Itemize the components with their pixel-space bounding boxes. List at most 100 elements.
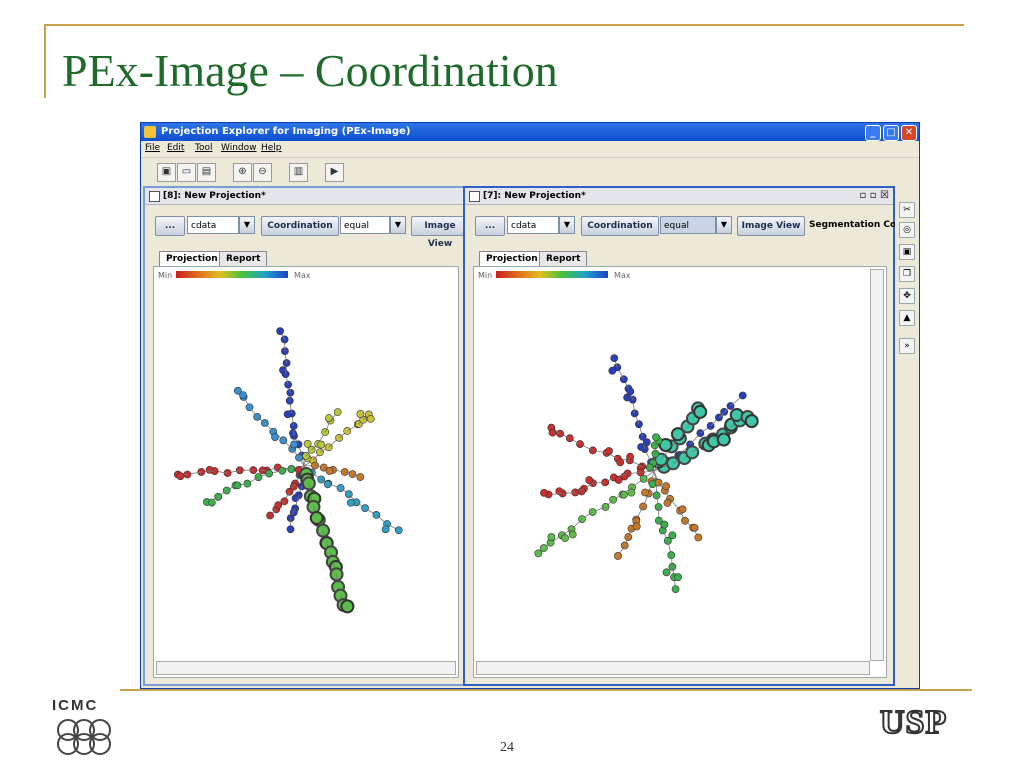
right-coordination-button[interactable]: Coordination — [581, 216, 659, 236]
graph-node[interactable] — [366, 414, 375, 423]
graph-node[interactable] — [561, 534, 569, 543]
menu-window[interactable]: Window — [221, 141, 257, 156]
graph-node[interactable] — [197, 468, 206, 476]
graph-node[interactable] — [290, 440, 298, 449]
graph-node[interactable] — [660, 520, 669, 529]
graph-node[interactable] — [317, 475, 326, 484]
graph-node[interactable] — [235, 466, 244, 475]
graph-node[interactable] — [694, 533, 703, 542]
graph-node[interactable] — [568, 530, 577, 539]
right-projection-canvas[interactable]: Min Max — [473, 266, 887, 678]
graph-node[interactable] — [325, 414, 333, 422]
close-icon[interactable]: ✕ — [901, 125, 917, 141]
left-data-select[interactable]: cdata — [187, 216, 239, 234]
graph-node[interactable] — [588, 446, 597, 455]
graph-node[interactable] — [274, 501, 283, 510]
new-projection-icon[interactable]: ▣ — [157, 163, 176, 182]
graph-node[interactable] — [610, 354, 619, 363]
graph-node[interactable] — [652, 433, 660, 442]
graph-node[interactable] — [620, 541, 629, 550]
graph-node[interactable] — [394, 526, 403, 535]
binoculars-icon[interactable]: ◎ — [899, 222, 915, 238]
graph-node[interactable] — [207, 498, 216, 507]
graph-node[interactable] — [287, 465, 296, 474]
graph-node[interactable] — [283, 410, 292, 419]
tool-options-icon[interactable]: ▥ — [289, 163, 308, 182]
graph-node[interactable] — [652, 491, 661, 500]
graph-node[interactable] — [577, 487, 586, 496]
chevron-down-icon[interactable]: ▼ — [390, 216, 406, 234]
right-image-view-button[interactable]: Image View — [737, 216, 805, 236]
graph-node[interactable] — [176, 472, 185, 481]
tab-projection[interactable]: Projection — [479, 251, 545, 267]
cut-icon[interactable]: ✂ — [899, 202, 915, 218]
graph-node[interactable] — [317, 440, 326, 449]
graph-node[interactable] — [316, 523, 331, 538]
graph-node[interactable] — [539, 544, 548, 552]
graph-node[interactable] — [548, 428, 557, 437]
menu-file[interactable]: File — [145, 141, 160, 156]
chevron-down-icon[interactable]: ▼ — [239, 216, 255, 234]
palette-icon[interactable]: ▲ — [899, 310, 915, 326]
graph-node[interactable] — [333, 408, 342, 417]
graph-node[interactable] — [576, 440, 584, 448]
chevron-right-icon[interactable]: » — [899, 338, 915, 354]
graph-node[interactable] — [303, 439, 312, 448]
graph-node[interactable] — [340, 468, 349, 476]
graph-node[interactable] — [348, 470, 357, 479]
zoom-out-icon[interactable]: ⊖ — [253, 163, 272, 182]
graph-node[interactable] — [254, 473, 263, 482]
graph-node[interactable] — [239, 391, 247, 399]
panel-window-controls-icon[interactable]: ▫ ▫ ☒ — [860, 188, 889, 204]
graph-node[interactable] — [547, 533, 556, 541]
graph-node[interactable] — [674, 573, 682, 582]
horizontal-scrollbar[interactable] — [476, 661, 870, 675]
graph-node[interactable] — [626, 387, 635, 396]
graph-node[interactable] — [632, 522, 641, 531]
graph-node[interactable] — [662, 568, 671, 577]
graph-node[interactable] — [266, 511, 274, 520]
graph-node[interactable] — [321, 428, 330, 436]
graph-node[interactable] — [309, 511, 324, 526]
graph-node[interactable] — [663, 499, 672, 507]
graph-node[interactable] — [329, 567, 344, 582]
graph-node[interactable] — [601, 503, 610, 511]
copy-icon[interactable]: ❐ — [899, 266, 915, 282]
graph-node[interactable] — [361, 504, 369, 513]
graph-node[interactable] — [678, 505, 687, 514]
move-icon[interactable]: ✥ — [899, 288, 915, 304]
graph-node[interactable] — [381, 525, 390, 534]
graph-node[interactable] — [738, 391, 747, 400]
left-coordination-button[interactable]: Coordination — [261, 216, 339, 236]
graph-node[interactable] — [540, 488, 548, 497]
minimize-icon[interactable]: _ — [865, 125, 881, 141]
graph-node[interactable] — [744, 414, 759, 429]
graph-node[interactable] — [588, 508, 597, 516]
graph-node[interactable] — [616, 458, 625, 467]
segmentation-color-label[interactable]: Segmentation Colo — [809, 216, 905, 234]
right-ellipsis-button[interactable]: ... — [475, 216, 505, 236]
graph-node[interactable] — [662, 482, 671, 491]
vertical-scrollbar[interactable] — [870, 269, 884, 661]
left-ellipsis-button[interactable]: ... — [155, 216, 185, 236]
left-projection-canvas[interactable]: Min Max — [153, 266, 459, 678]
graph-node[interactable] — [280, 335, 289, 344]
graph-node[interactable] — [271, 433, 279, 441]
graph-node[interactable] — [325, 467, 334, 475]
graph-node[interactable] — [222, 486, 231, 495]
graph-node[interactable] — [336, 484, 345, 492]
graph-node[interactable] — [534, 549, 543, 558]
graph-node[interactable] — [286, 525, 295, 534]
graph-node[interactable] — [340, 599, 355, 614]
run-icon[interactable]: ▶ — [325, 163, 344, 182]
menu-help[interactable]: Help — [261, 141, 282, 156]
maximize-icon[interactable]: □ — [883, 125, 899, 141]
graph-node[interactable] — [278, 466, 287, 475]
graph-node[interactable] — [614, 476, 623, 484]
chevron-down-icon[interactable]: ▼ — [559, 216, 575, 234]
graph-node[interactable] — [614, 552, 622, 560]
graph-node[interactable] — [619, 375, 628, 384]
menu-tool[interactable]: Tool — [195, 141, 212, 156]
graph-node[interactable] — [645, 463, 654, 472]
tab-report[interactable]: Report — [219, 251, 268, 267]
